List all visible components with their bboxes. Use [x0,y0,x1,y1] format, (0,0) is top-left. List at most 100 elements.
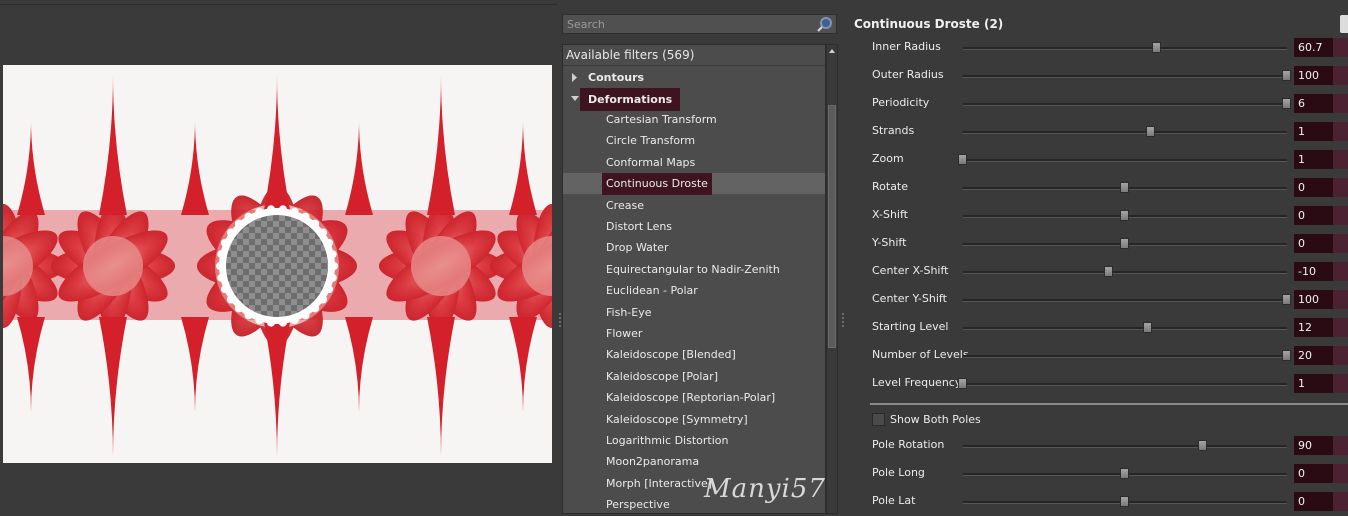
search-box[interactable] [562,14,837,34]
value-spin-strip[interactable] [1333,38,1348,57]
value-spin-strip[interactable] [1333,94,1348,113]
parameter-value-input[interactable]: 0 [1294,492,1333,511]
scroll-thumb[interactable] [828,105,836,348]
parameter-slider[interactable] [963,238,1287,249]
filter-item[interactable]: Kaleidoscope [Symmetry] [563,409,825,430]
splitter-grip-icon[interactable] [559,313,561,327]
filter-item[interactable]: Flower [563,323,825,344]
filter-item[interactable]: Circle Transform [563,130,825,151]
filter-item[interactable]: Crease [563,195,825,216]
value-spin-strip[interactable] [1333,318,1348,337]
filter-item[interactable]: Kaleidoscope [Reptorian-Polar] [563,387,825,408]
splitter-grip-icon[interactable] [842,313,844,327]
search-input[interactable] [563,15,821,33]
slider-handle[interactable] [1120,468,1129,479]
slider-handle[interactable] [1152,42,1162,53]
value-spin-strip[interactable] [1333,262,1348,281]
slider-handle[interactable] [1120,210,1129,221]
slider-handle[interactable] [1145,126,1155,137]
value-spin-strip[interactable] [1333,436,1348,455]
parameter-value-input[interactable]: 1 [1294,374,1333,393]
category-deformations[interactable]: Deformations [563,88,825,111]
parameter-slider[interactable] [963,468,1287,479]
slider-handle[interactable] [1282,350,1291,361]
parameter-slider[interactable] [963,182,1287,193]
parameter-slider[interactable] [963,42,1287,53]
parameter-slider[interactable] [963,98,1291,109]
parameter-value-input[interactable]: 20 [1294,346,1333,365]
parameter-value-input[interactable]: 6 [1294,94,1333,113]
parameter-slider[interactable] [963,70,1291,81]
filter-item[interactable]: Euclidean - Polar [563,280,825,301]
parameter-slider[interactable] [963,126,1287,137]
parameter-slider[interactable] [963,294,1291,305]
parameter-value-input[interactable]: 1 [1294,122,1333,141]
filter-item[interactable]: Logarithmic Distortion [563,430,825,451]
slider-handle[interactable] [1282,98,1291,109]
parameter-value-input[interactable]: 0 [1294,178,1333,197]
value-spin-strip[interactable] [1333,66,1348,85]
filter-item[interactable]: Kaleidoscope [Polar] [563,366,825,387]
filter-item[interactable]: Continuous Droste [563,173,825,196]
parameter-slider[interactable] [963,266,1287,277]
copy-icon[interactable] [1340,15,1348,33]
slider-handle[interactable] [1120,496,1129,507]
filter-item[interactable]: Fish-Eye [563,302,825,323]
value-spin-strip[interactable] [1333,234,1348,253]
filter-item[interactable]: Equirectangular to Nadir-Zenith [563,259,825,280]
parameter-slider[interactable] [963,350,1291,361]
parameter-value-input[interactable]: 1 [1294,150,1333,169]
parameters-pane: Continuous Droste (2) Inner Radius 60.7 Ou… [846,0,1348,514]
slider-handle[interactable] [1120,238,1129,249]
slider-handle[interactable] [1103,266,1113,277]
slider-handle[interactable] [958,154,967,165]
filter-item[interactable]: Conformal Maps [563,152,825,173]
category-contours[interactable]: Contours [563,67,825,88]
parameter-label: Strands [872,124,915,137]
value-spin-strip[interactable] [1333,290,1348,309]
scroll-up-arrow-icon[interactable] [827,45,837,57]
parameter-value-input[interactable]: 100 [1294,66,1333,85]
filter-item[interactable]: Drop Water [563,237,825,258]
value-spin-strip[interactable] [1333,492,1348,511]
parameter-value-input[interactable]: 0 [1294,234,1333,253]
slider-handle[interactable] [1282,70,1291,81]
parameter-value-input[interactable]: 12 [1294,318,1333,337]
parameter-value-input[interactable]: -10 [1294,262,1333,281]
search-icon[interactable] [816,16,832,32]
parameter-slider[interactable] [963,322,1287,333]
filter-item[interactable]: Distort Lens [563,216,825,237]
value-spin-strip[interactable] [1333,374,1348,393]
value-spin-strip[interactable] [1333,346,1348,365]
value-spin-strip[interactable] [1333,122,1348,141]
slider-handle[interactable] [1120,182,1129,193]
parameter-value-input[interactable]: 60.7 [1294,38,1333,57]
value-spin-strip[interactable] [1333,150,1348,169]
slider-handle[interactable] [1142,322,1152,333]
parameter-slider[interactable] [958,154,1287,165]
slider-handle[interactable] [958,378,967,389]
parameter-value-input[interactable]: 0 [1294,206,1333,225]
value-spin-strip[interactable] [1333,464,1348,483]
parameter-slider[interactable] [963,210,1287,221]
slider-handle[interactable] [1197,440,1207,451]
checkbox-box[interactable] [872,413,885,426]
parameter-slider[interactable] [963,440,1287,451]
filter-item[interactable]: Kaleidoscope [Blended] [563,344,825,365]
parameter-slider[interactable] [958,378,1287,389]
filter-item[interactable]: Cartesian Transform [563,109,825,130]
parameter-slider[interactable] [963,496,1287,507]
parameter-value-input[interactable]: 0 [1294,464,1333,483]
filter-list-scrollbar[interactable] [826,44,838,514]
parameter-value-input[interactable]: 90 [1294,436,1333,455]
collapse-arrow-icon[interactable] [571,88,579,109]
parameter-value-input[interactable]: 100 [1294,290,1333,309]
preview-image[interactable] [3,65,552,463]
value-spin-strip[interactable] [1333,206,1348,225]
slider-handle[interactable] [1282,294,1291,305]
expand-arrow-icon[interactable] [571,67,579,88]
filter-tree[interactable]: Available filters (569) Contours Deforma… [562,44,826,514]
filter-item[interactable]: Moon2panorama [563,451,825,472]
parameter-label: Pole Long [872,466,925,479]
value-spin-strip[interactable] [1333,178,1348,197]
